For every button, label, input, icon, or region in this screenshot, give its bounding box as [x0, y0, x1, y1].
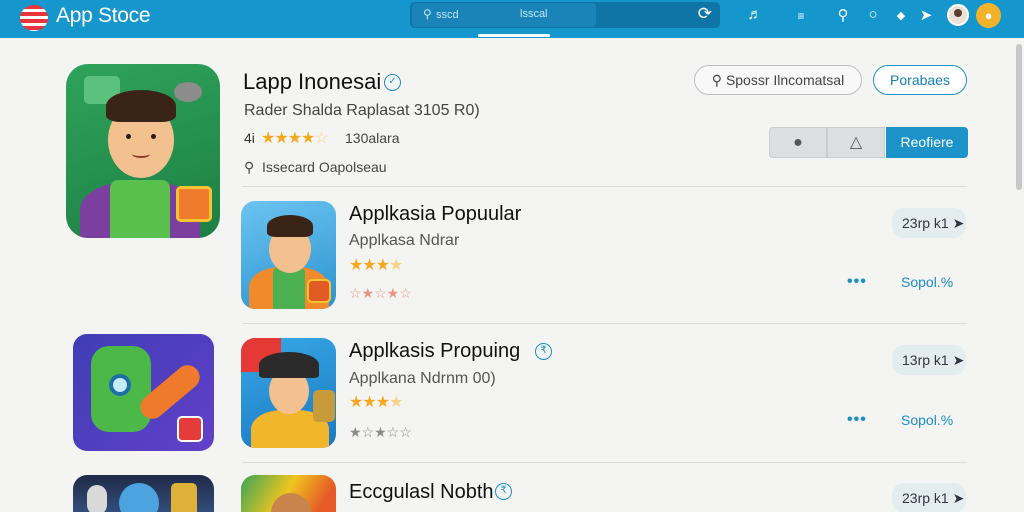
- list-item-icon[interactable]: [241, 338, 336, 448]
- hero-app-icon[interactable]: [66, 64, 220, 238]
- menu-icon[interactable]: ≡: [790, 9, 812, 23]
- hero-search-hint-text: Issecard Oapolseau: [262, 159, 387, 175]
- get-button[interactable]: Reofiere: [886, 127, 968, 158]
- size-badge-label: 23rp k1: [902, 490, 949, 506]
- character-hair: [267, 215, 313, 237]
- rocket-icon: [87, 485, 107, 512]
- character-eye: [126, 134, 131, 139]
- top-bar: App Stoce ⚲ sscd lsscal ⟳ ♬ ≡ ⚲ ○ ◆ ➤ ●: [0, 0, 1024, 38]
- list-item-icon[interactable]: [241, 201, 336, 309]
- list-item-secondary-stars: ★☆★☆☆: [349, 424, 412, 440]
- search-scope-label: lsscal: [520, 8, 548, 20]
- hero-search-button[interactable]: ⚲ Spossr Ilncomatsal: [694, 65, 862, 95]
- verified-badge-icon: ₹: [495, 483, 512, 500]
- book-icon: [313, 390, 335, 422]
- verified-badge-icon: ₹: [535, 343, 552, 360]
- top-search-bar[interactable]: ⚲ sscd lsscal ⟳: [410, 2, 720, 28]
- size-badge-label: 23rp k1: [902, 215, 949, 231]
- list-item-stars: ★★★★: [349, 257, 403, 274]
- download-button[interactable]: Sopol.%: [901, 274, 953, 290]
- size-badge[interactable]: 13rp k1 ➤: [892, 345, 966, 375]
- size-badge-label: 13rp k1: [902, 352, 949, 368]
- refresh-icon[interactable]: ⟳: [698, 4, 712, 24]
- dot-icon[interactable]: ◆: [892, 9, 910, 22]
- verified-badge-icon: ✓: [384, 74, 401, 91]
- active-tab-indicator: [478, 34, 550, 37]
- more-dots-icon[interactable]: •••: [847, 411, 867, 429]
- divider: [242, 462, 967, 463]
- search-placeholder: sscd: [436, 9, 459, 21]
- hero-search-hint[interactable]: ⚲ Issecard Oapolseau: [244, 159, 387, 176]
- badge-icon: [177, 416, 203, 442]
- list-item-title[interactable]: Applkasis Propuing: [349, 340, 520, 363]
- list-item-subtitle: Applkana Ndrnm 00): [349, 370, 496, 387]
- divider: [242, 186, 967, 187]
- size-badge[interactable]: 23rp k1 ➤: [892, 483, 966, 512]
- lens-icon: [109, 374, 131, 396]
- app-title: App Stoce: [56, 4, 151, 27]
- character-hair: [106, 90, 176, 122]
- size-badge[interactable]: 23rp k1 ➤: [892, 208, 966, 238]
- rating-count: 130alara: [345, 130, 400, 146]
- character-face: [271, 493, 311, 512]
- badge-icon: [176, 186, 212, 222]
- character-smile: [132, 150, 150, 158]
- side-app-icon[interactable]: [73, 475, 214, 512]
- hero-title: Lapp Inonesai: [243, 69, 382, 94]
- more-dots-icon[interactable]: •••: [847, 273, 867, 291]
- scrollbar[interactable]: [1016, 44, 1022, 190]
- list-item-title[interactable]: Applkasia Popuular: [349, 203, 521, 226]
- list-item-title-text: Eccgulasl Nobth: [349, 481, 494, 503]
- globe-icon: [119, 483, 159, 512]
- list-item-title[interactable]: Eccgulasl Nobth: [349, 481, 494, 504]
- list-item-stars: ★★★★: [349, 394, 403, 411]
- character-hat: [259, 352, 319, 378]
- primary-action-button[interactable]: Porabaes: [873, 65, 967, 95]
- spoon-icon: [174, 82, 202, 102]
- location-pin-icon[interactable]: ●: [769, 127, 827, 158]
- rating-label: 4i: [244, 130, 255, 146]
- hero-rating-stars: ★★★★☆: [261, 130, 329, 147]
- badge-icon: [307, 279, 331, 303]
- hero-subtitle: Rader Shalda Raplasat 3105 R0): [244, 102, 480, 119]
- voice-icon[interactable]: ♬: [744, 6, 766, 23]
- list-item-secondary-stars: ☆★☆★☆: [349, 285, 412, 301]
- search-icon[interactable]: ⚲: [832, 6, 854, 24]
- list-item-icon[interactable]: [241, 475, 336, 512]
- side-app-icon[interactable]: [73, 334, 214, 451]
- download-button[interactable]: Sopol.%: [901, 412, 953, 428]
- list-item-title-text: Applkasis Propuing: [349, 340, 521, 362]
- character-shirt: [273, 267, 305, 309]
- character-eye: [151, 134, 156, 139]
- search-icon: ⚲: [423, 7, 432, 21]
- character-shirt: [110, 180, 170, 238]
- coin-icon[interactable]: ●: [976, 3, 1001, 28]
- trophy-icon: [171, 483, 197, 512]
- list-item-subtitle: Applkasa Ndrar: [349, 232, 460, 249]
- divider: [242, 323, 967, 324]
- share-icon[interactable]: △: [827, 127, 885, 158]
- avatar[interactable]: [947, 4, 969, 26]
- circle-icon[interactable]: ○: [864, 6, 882, 23]
- hero-search-button-label: Spossr Ilncomatsal: [725, 72, 845, 88]
- bell-icon[interactable]: ➤: [917, 6, 935, 24]
- flag-logo-icon[interactable]: [20, 5, 48, 31]
- search-input[interactable]: ⚲ sscd: [412, 3, 596, 27]
